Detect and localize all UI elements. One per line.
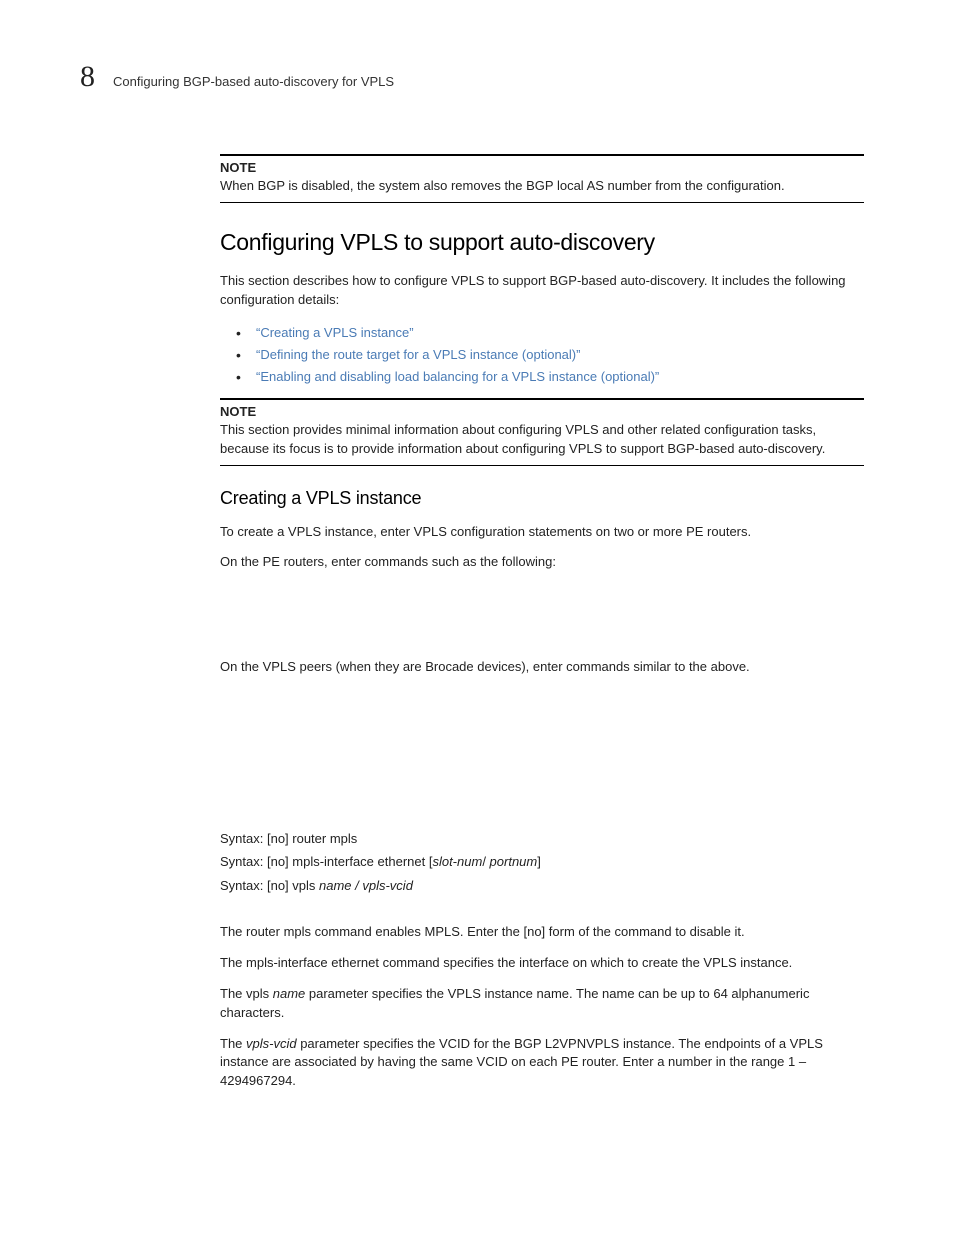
body-paragraph: The router mpls command enables MPLS. En… [220,923,864,942]
syntax-text: [no] mpls-interface ethernet [ [263,854,432,869]
note-text: When BGP is disabled, the system also re… [220,177,864,196]
syntax-text: [no] router mpls [263,831,357,846]
code-placeholder [220,584,864,658]
body-paragraph: The vpls-vcid parameter specifies the VC… [220,1035,864,1092]
note-text: This section provides minimal informatio… [220,421,864,459]
list-item: “Defining the route target for a VPLS in… [236,344,864,366]
note-label: NOTE [220,160,864,175]
syntax-param: name / vpls-vcid [319,878,413,893]
syntax-text: [no] vpls [263,878,319,893]
syntax-block: Syntax: [no] router mpls Syntax: [no] mp… [220,827,864,897]
xref-link[interactable]: “Creating a VPLS instance” [256,325,414,340]
note-label: NOTE [220,404,864,419]
note-block-1: NOTE When BGP is disabled, the system al… [220,154,864,203]
syntax-param: portnum [490,854,538,869]
page-container: 8 Configuring BGP-based auto-discovery f… [0,0,954,1143]
code-placeholder [220,689,864,809]
syntax-line: Syntax: [no] router mpls [220,827,864,850]
xref-link[interactable]: “Enabling and disabling load balancing f… [256,369,659,384]
chapter-number: 8 [80,60,95,94]
body-paragraph: On the PE routers, enter commands such a… [220,553,864,572]
section-heading: Configuring VPLS to support auto-discove… [220,229,864,256]
syntax-line: Syntax: [no] mpls-interface ethernet [sl… [220,850,864,873]
syntax-prefix: Syntax: [220,850,263,873]
syntax-param: slot-num [432,854,482,869]
inline-param: name [273,986,306,1001]
body-paragraph: To create a VPLS instance, enter VPLS co… [220,523,864,542]
note-block-2: NOTE This section provides minimal infor… [220,398,864,466]
text-run: The [220,1036,246,1051]
body-paragraph: On the VPLS peers (when they are Brocade… [220,658,864,677]
body-paragraph: The vpls name parameter specifies the VP… [220,985,864,1023]
xref-link[interactable]: “Defining the route target for a VPLS in… [256,347,580,362]
syntax-text: ] [537,854,541,869]
inline-param: vpls-vcid [246,1036,297,1051]
text-run: parameter specifies the VCID for the BGP… [220,1036,823,1089]
page-header: 8 Configuring BGP-based auto-discovery f… [80,60,874,94]
syntax-prefix: Syntax: [220,827,263,850]
list-item: “Enabling and disabling load balancing f… [236,366,864,388]
text-run: The vpls [220,986,273,1001]
syntax-text: / [482,854,489,869]
section-intro: This section describes how to configure … [220,272,864,310]
running-title: Configuring BGP-based auto-discovery for… [113,74,394,89]
subsection-heading: Creating a VPLS instance [220,488,864,509]
list-item: “Creating a VPLS instance” [236,322,864,344]
bullet-list: “Creating a VPLS instance” “Defining the… [236,322,864,388]
text-run: parameter specifies the VPLS instance na… [220,986,809,1020]
body-paragraph: The mpls-interface ethernet command spec… [220,954,864,973]
main-content: NOTE When BGP is disabled, the system al… [220,154,864,1091]
syntax-line: Syntax: [no] vpls name / vpls-vcid [220,874,864,897]
syntax-prefix: Syntax: [220,874,263,897]
